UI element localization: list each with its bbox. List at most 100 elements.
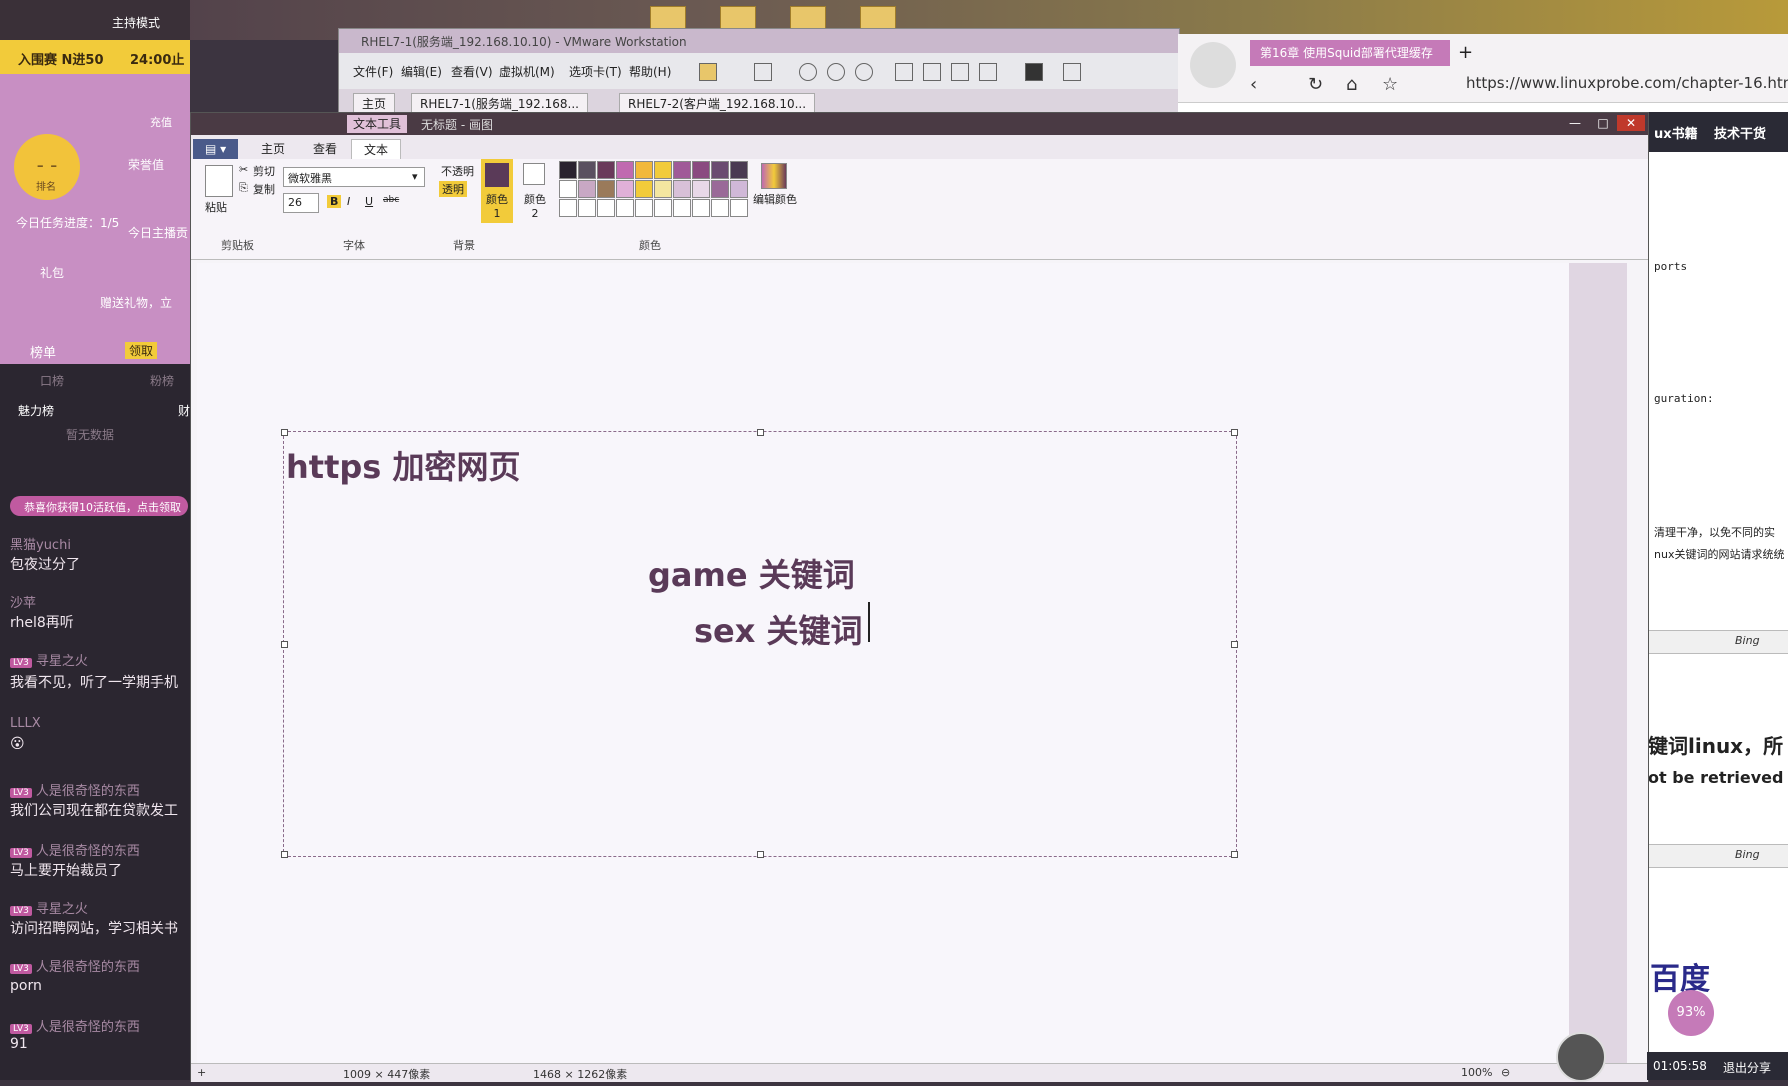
swatch[interactable] (635, 161, 653, 179)
address-bar[interactable]: https://www.linuxprobe.com/chapter-16.ht… (1466, 74, 1788, 92)
bookmark-star-icon[interactable]: ☆ (1382, 74, 1398, 95)
stretch-icon[interactable] (1063, 63, 1081, 81)
menu-view[interactable]: 查看(V) (451, 63, 493, 80)
swatch[interactable] (711, 161, 729, 179)
leaderboard-button[interactable]: 榜单 (30, 342, 56, 361)
swatch[interactable] (597, 199, 615, 217)
reward-banner[interactable]: 恭喜你获得10活跃值，点击领取 (10, 496, 188, 516)
browser-tab[interactable]: 第16章 使用Squid部署代理缓存 (1250, 40, 1450, 66)
swatch[interactable] (711, 199, 729, 217)
tab-view[interactable]: 查看 (301, 139, 349, 159)
strikethrough-button[interactable]: abc (383, 195, 399, 205)
resize-handle[interactable] (1231, 429, 1238, 436)
color2-button[interactable]: 颜色 2 (519, 159, 551, 223)
swatch[interactable] (673, 180, 691, 198)
paste-icon[interactable] (205, 165, 233, 197)
swatch[interactable] (616, 161, 634, 179)
swatch[interactable] (730, 199, 748, 217)
swatch[interactable] (711, 180, 729, 198)
menu-edit[interactable]: 编辑(E) (401, 63, 442, 80)
resize-handle[interactable] (281, 429, 288, 436)
resize-handle[interactable] (757, 429, 764, 436)
claim-button[interactable]: 领取 (125, 342, 158, 359)
edit-colors-button[interactable]: 编辑颜色 (753, 191, 797, 207)
text-selection-box[interactable]: https 加密网页 game 关键词 sex 关键词 (281, 429, 1238, 858)
tab-rank-a[interactable]: 口榜 (40, 372, 64, 389)
swatch[interactable] (616, 199, 634, 217)
resize-handle[interactable] (1231, 641, 1238, 648)
tab-rank-b[interactable]: 粉榜 (150, 372, 174, 389)
swatch[interactable] (635, 199, 653, 217)
bold-button[interactable]: B (327, 195, 342, 208)
edit-colors-icon[interactable] (761, 163, 787, 189)
manage-snapshot-icon[interactable] (855, 63, 873, 81)
file-menu-button[interactable]: ▤ ▾ (193, 139, 239, 159)
menu-help[interactable]: 帮助(H) (629, 63, 671, 80)
nav-books[interactable]: ux书籍 (1654, 123, 1698, 142)
profile-avatar[interactable] (1190, 42, 1236, 88)
swatch[interactable] (730, 161, 748, 179)
copy-button[interactable]: 复制 (253, 181, 275, 197)
recharge-button[interactable]: 充值 (150, 114, 172, 130)
console-icon[interactable] (1025, 63, 1043, 81)
pause-icon[interactable] (699, 63, 717, 81)
snapshot-icon[interactable] (799, 63, 817, 81)
underline-button[interactable]: U (365, 195, 373, 208)
swatch[interactable] (654, 180, 672, 198)
color-palette[interactable] (559, 161, 749, 219)
resize-handle[interactable] (281, 851, 288, 858)
vertical-scrollbar[interactable] (1569, 263, 1627, 1063)
reload-icon[interactable]: ↻ (1308, 74, 1323, 95)
back-icon[interactable]: ‹ (1250, 74, 1257, 95)
swatch[interactable] (597, 180, 615, 198)
transparent-option[interactable]: 透明 (439, 181, 467, 197)
swatch[interactable] (597, 161, 615, 179)
font-size-select[interactable]: 26 (283, 193, 319, 213)
swatch[interactable] (578, 161, 596, 179)
new-tab-icon[interactable]: + (1458, 42, 1473, 63)
thumbnail-view-icon[interactable] (923, 63, 941, 81)
swatch[interactable] (578, 180, 596, 198)
fullscreen-icon[interactable] (951, 63, 969, 81)
swatch[interactable] (692, 199, 710, 217)
swatch[interactable] (692, 180, 710, 198)
network-icon[interactable] (754, 63, 772, 81)
resize-handle[interactable] (1231, 851, 1238, 858)
swatch[interactable] (616, 180, 634, 198)
gift-pack-label[interactable]: 礼包 (40, 264, 64, 281)
bing-label[interactable]: Bing (1735, 634, 1760, 647)
nav-tech[interactable]: 技术干货 (1714, 123, 1766, 142)
exit-share-button[interactable]: 退出分享 (1723, 1059, 1771, 1076)
swatch[interactable] (654, 161, 672, 179)
unity-icon[interactable] (979, 63, 997, 81)
home-icon[interactable]: ⌂ (1346, 74, 1357, 95)
tab-home[interactable]: 主页 (249, 139, 297, 159)
bing-label[interactable]: Bing (1735, 848, 1760, 861)
swatch[interactable] (559, 161, 577, 179)
swatch[interactable] (578, 199, 596, 217)
opaque-option[interactable]: 不透明 (441, 163, 474, 179)
restore-snapshot-icon[interactable] (827, 63, 845, 81)
vmware-titlebar[interactable]: RHEL7-1(服务端_192.168.10.10) - VMware Work… (339, 29, 1179, 53)
swatch[interactable] (692, 161, 710, 179)
swatch[interactable] (559, 180, 577, 198)
italic-button[interactable]: I (347, 195, 350, 208)
menu-file[interactable]: 文件(F) (353, 63, 393, 80)
color1-button[interactable]: 颜色 1 (481, 159, 513, 223)
resize-handle[interactable] (757, 851, 764, 858)
performance-gauge[interactable]: 93% (1668, 990, 1714, 1036)
cut-button[interactable]: 剪切 (253, 163, 275, 179)
minimize-icon[interactable]: — (1561, 115, 1589, 131)
paste-button[interactable]: 粘贴 (205, 199, 227, 215)
swatch[interactable] (635, 180, 653, 198)
menu-tabs[interactable]: 选项卡(T) (569, 63, 622, 80)
maximize-icon[interactable]: □ (1589, 115, 1617, 131)
menu-vm[interactable]: 虚拟机(M) (499, 63, 555, 80)
swatch[interactable] (730, 180, 748, 198)
paint-canvas[interactable]: https 加密网页 game 关键词 sex 关键词 (197, 263, 1592, 1063)
swatch[interactable] (673, 199, 691, 217)
tab-text[interactable]: 文本 (351, 139, 402, 160)
zoom-out-icon[interactable]: ⊖ (1501, 1066, 1510, 1079)
paint-titlebar[interactable]: 文本工具 无标题 - 画图 — □ ✕ (191, 113, 1648, 135)
close-icon[interactable]: ✕ (1617, 115, 1645, 131)
